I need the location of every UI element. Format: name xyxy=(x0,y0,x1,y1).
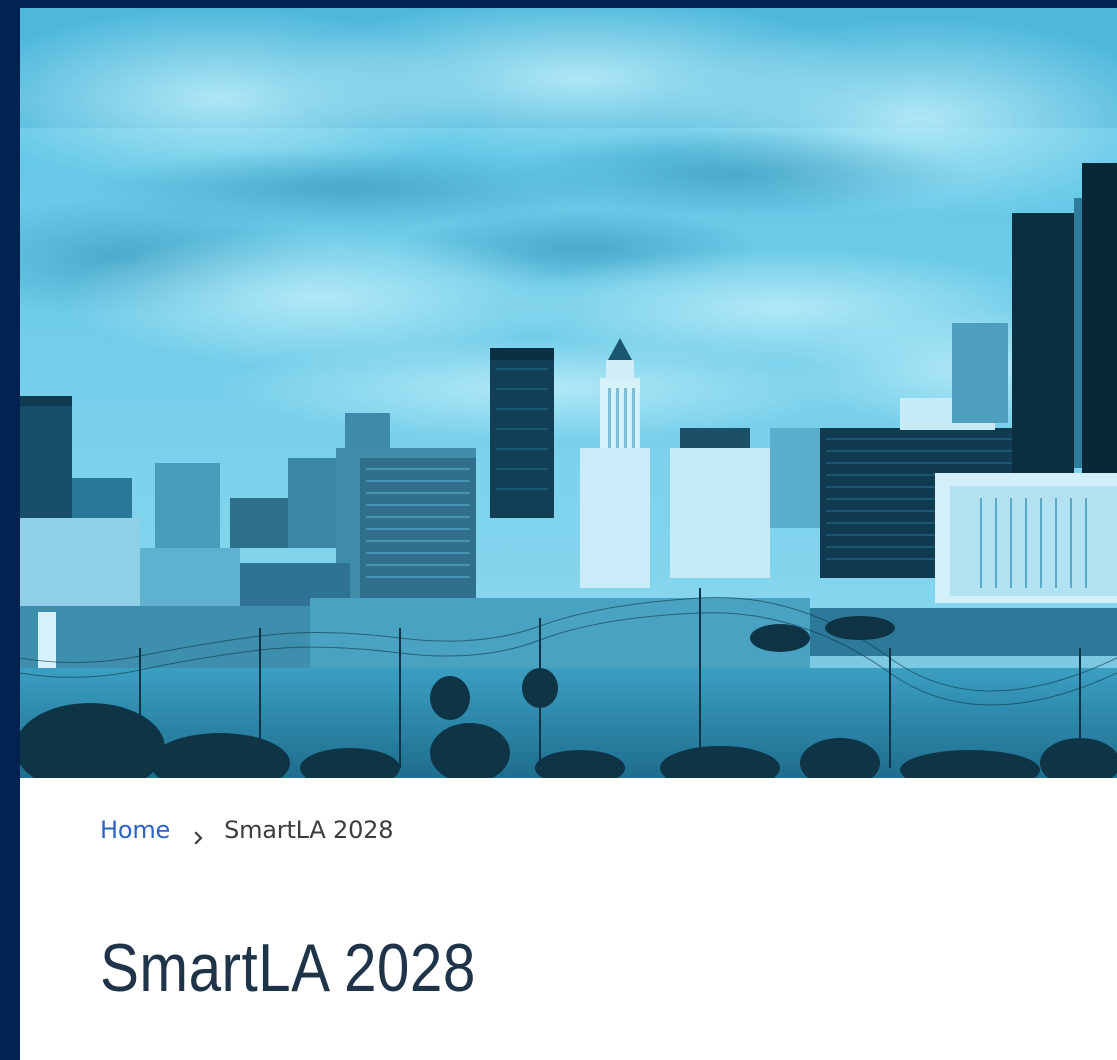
page-title: SmartLA 2028 xyxy=(100,930,476,1006)
chevron-right-icon xyxy=(192,823,206,845)
breadcrumb: Home SmartLA 2028 xyxy=(100,814,394,846)
hero-banner xyxy=(20,8,1117,778)
breadcrumb-home-link[interactable]: Home xyxy=(100,816,170,844)
city-skyline-image xyxy=(20,8,1117,778)
breadcrumb-current: SmartLA 2028 xyxy=(224,816,394,844)
page-content: Home SmartLA 2028 SmartLA 2028 xyxy=(20,8,1117,1060)
